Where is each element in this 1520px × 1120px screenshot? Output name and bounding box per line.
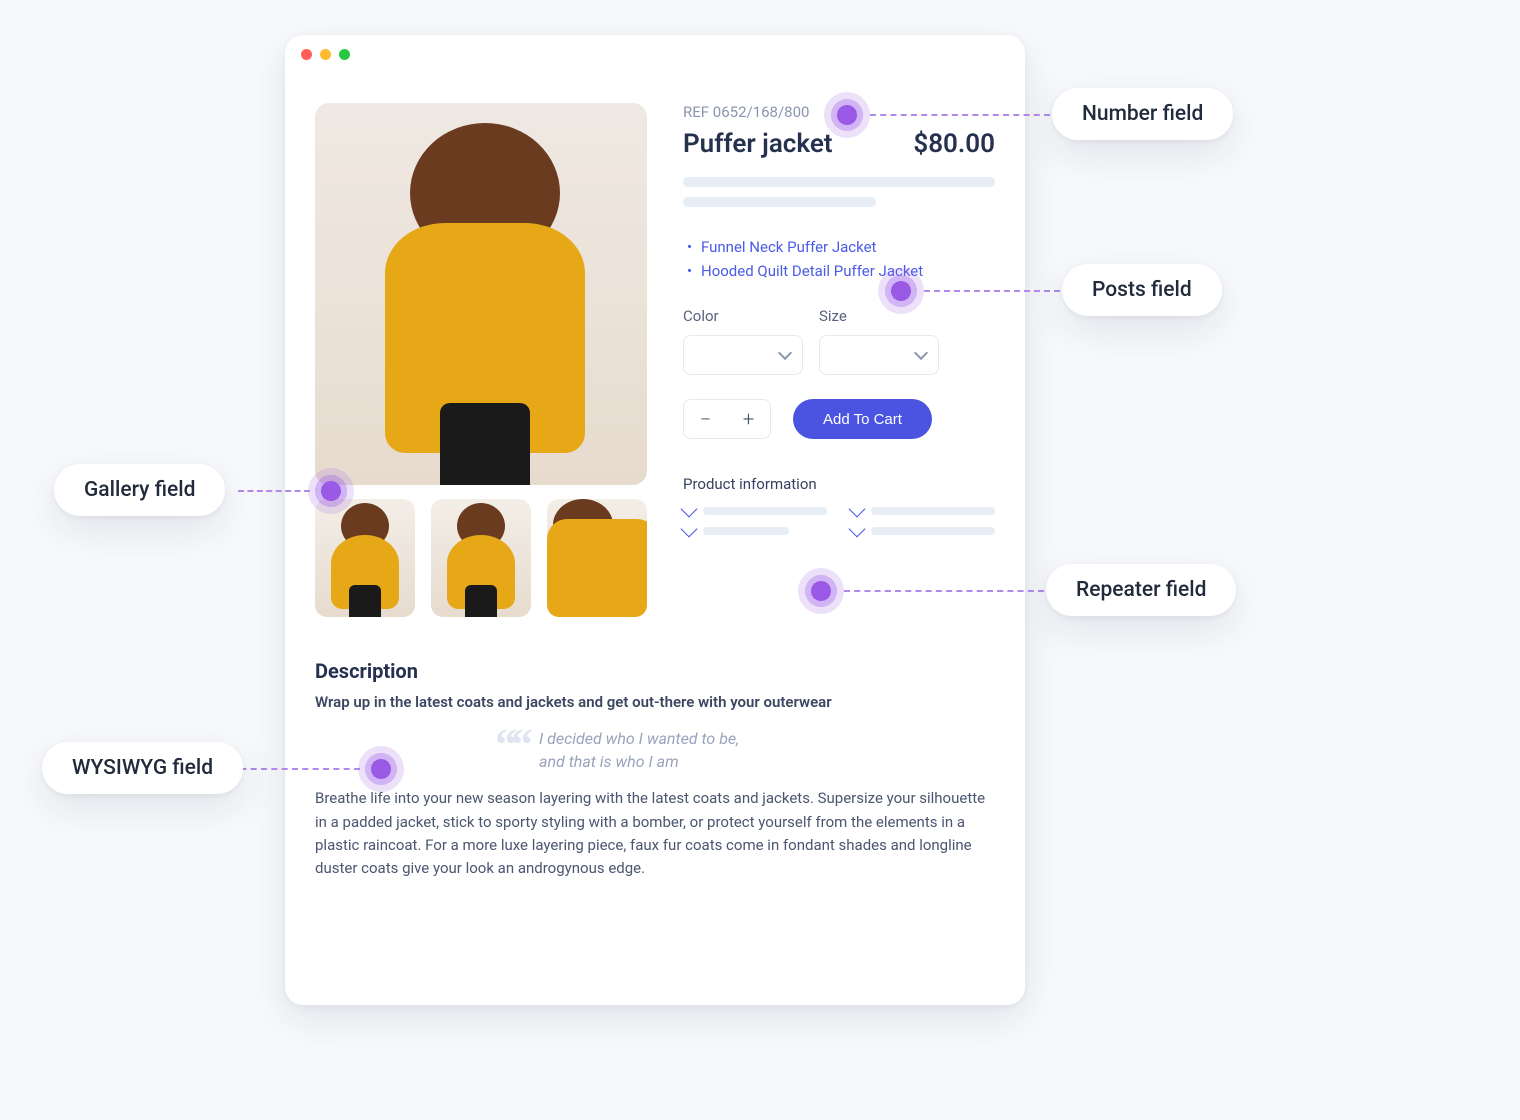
annotation-pill-posts: Posts field	[1062, 264, 1222, 316]
window-titlebar	[285, 35, 1025, 75]
plus-icon[interactable]: +	[743, 409, 754, 429]
placeholder-line	[703, 507, 827, 515]
check-icon	[681, 521, 698, 538]
product-info-heading: Product information	[683, 475, 995, 493]
info-item	[683, 507, 827, 515]
annotation-pill-repeater: Repeater field	[1046, 564, 1236, 616]
main-product-image[interactable]	[315, 103, 647, 485]
quote-icon: ““	[495, 727, 527, 773]
browser-window: REF 0652/168/800 Puffer jacket $80.00 Fu…	[285, 35, 1025, 1005]
description-lead: Wrap up in the latest coats and jackets …	[315, 693, 995, 711]
jacket-illustration	[315, 103, 647, 485]
annotation-marker-posts	[878, 268, 924, 314]
annotation-connector	[924, 290, 1060, 292]
related-posts-list: Funnel Neck Puffer Jacket Hooded Quilt D…	[683, 235, 995, 283]
thumbnail-1[interactable]	[315, 499, 415, 617]
annotation-marker-repeater	[798, 568, 844, 614]
size-field: Size	[819, 307, 939, 375]
annotation-pill-wysiwyg: WYSIWYG field	[42, 742, 243, 794]
related-post-link[interactable]: Hooded Quilt Detail Puffer Jacket	[683, 259, 995, 283]
placeholder-line	[703, 527, 789, 535]
chevron-down-icon	[778, 346, 792, 360]
info-item	[851, 527, 995, 535]
check-icon	[849, 521, 866, 538]
product-info-grid	[683, 507, 995, 535]
product-gallery	[315, 103, 647, 617]
placeholder-line	[683, 177, 995, 187]
product-price: $80.00	[913, 129, 995, 159]
annotation-connector	[238, 490, 310, 492]
annotation-marker-wysiwyg	[358, 746, 404, 792]
related-post-link[interactable]: Funnel Neck Puffer Jacket	[683, 235, 995, 259]
annotation-marker-gallery	[308, 468, 354, 514]
thumbnail-3[interactable]	[547, 499, 647, 617]
thumbnail-row	[315, 499, 647, 617]
add-to-cart-button[interactable]: Add To Cart	[793, 399, 932, 439]
check-icon	[849, 501, 866, 518]
chevron-down-icon	[914, 346, 928, 360]
close-icon[interactable]	[301, 49, 312, 60]
annotation-connector	[870, 114, 1050, 116]
placeholder-line	[871, 527, 995, 535]
info-item	[851, 507, 995, 515]
annotation-pill-gallery: Gallery field	[54, 464, 225, 516]
annotation-connector	[844, 590, 1044, 592]
description-quote: I decided who I wanted to be, and that i…	[539, 727, 739, 773]
annotation-pill-number: Number field	[1052, 88, 1233, 140]
description-heading: Description	[315, 659, 995, 683]
color-label: Color	[683, 307, 803, 325]
annotation-marker-number	[824, 92, 870, 138]
zoom-icon[interactable]	[339, 49, 350, 60]
product-name: Puffer jacket	[683, 129, 833, 159]
size-select[interactable]	[819, 335, 939, 375]
info-item	[683, 527, 827, 535]
quantity-stepper[interactable]: − +	[683, 399, 771, 439]
size-label: Size	[819, 307, 939, 325]
description-body: Breathe life into your new season layeri…	[315, 787, 995, 880]
thumbnail-2[interactable]	[431, 499, 531, 617]
color-field: Color	[683, 307, 803, 375]
annotation-connector	[230, 768, 360, 770]
check-icon	[681, 501, 698, 518]
product-details: REF 0652/168/800 Puffer jacket $80.00 Fu…	[683, 103, 995, 617]
placeholder-line	[683, 197, 876, 207]
color-select[interactable]	[683, 335, 803, 375]
placeholder-line	[871, 507, 995, 515]
minus-icon[interactable]: −	[700, 409, 711, 429]
minimize-icon[interactable]	[320, 49, 331, 60]
